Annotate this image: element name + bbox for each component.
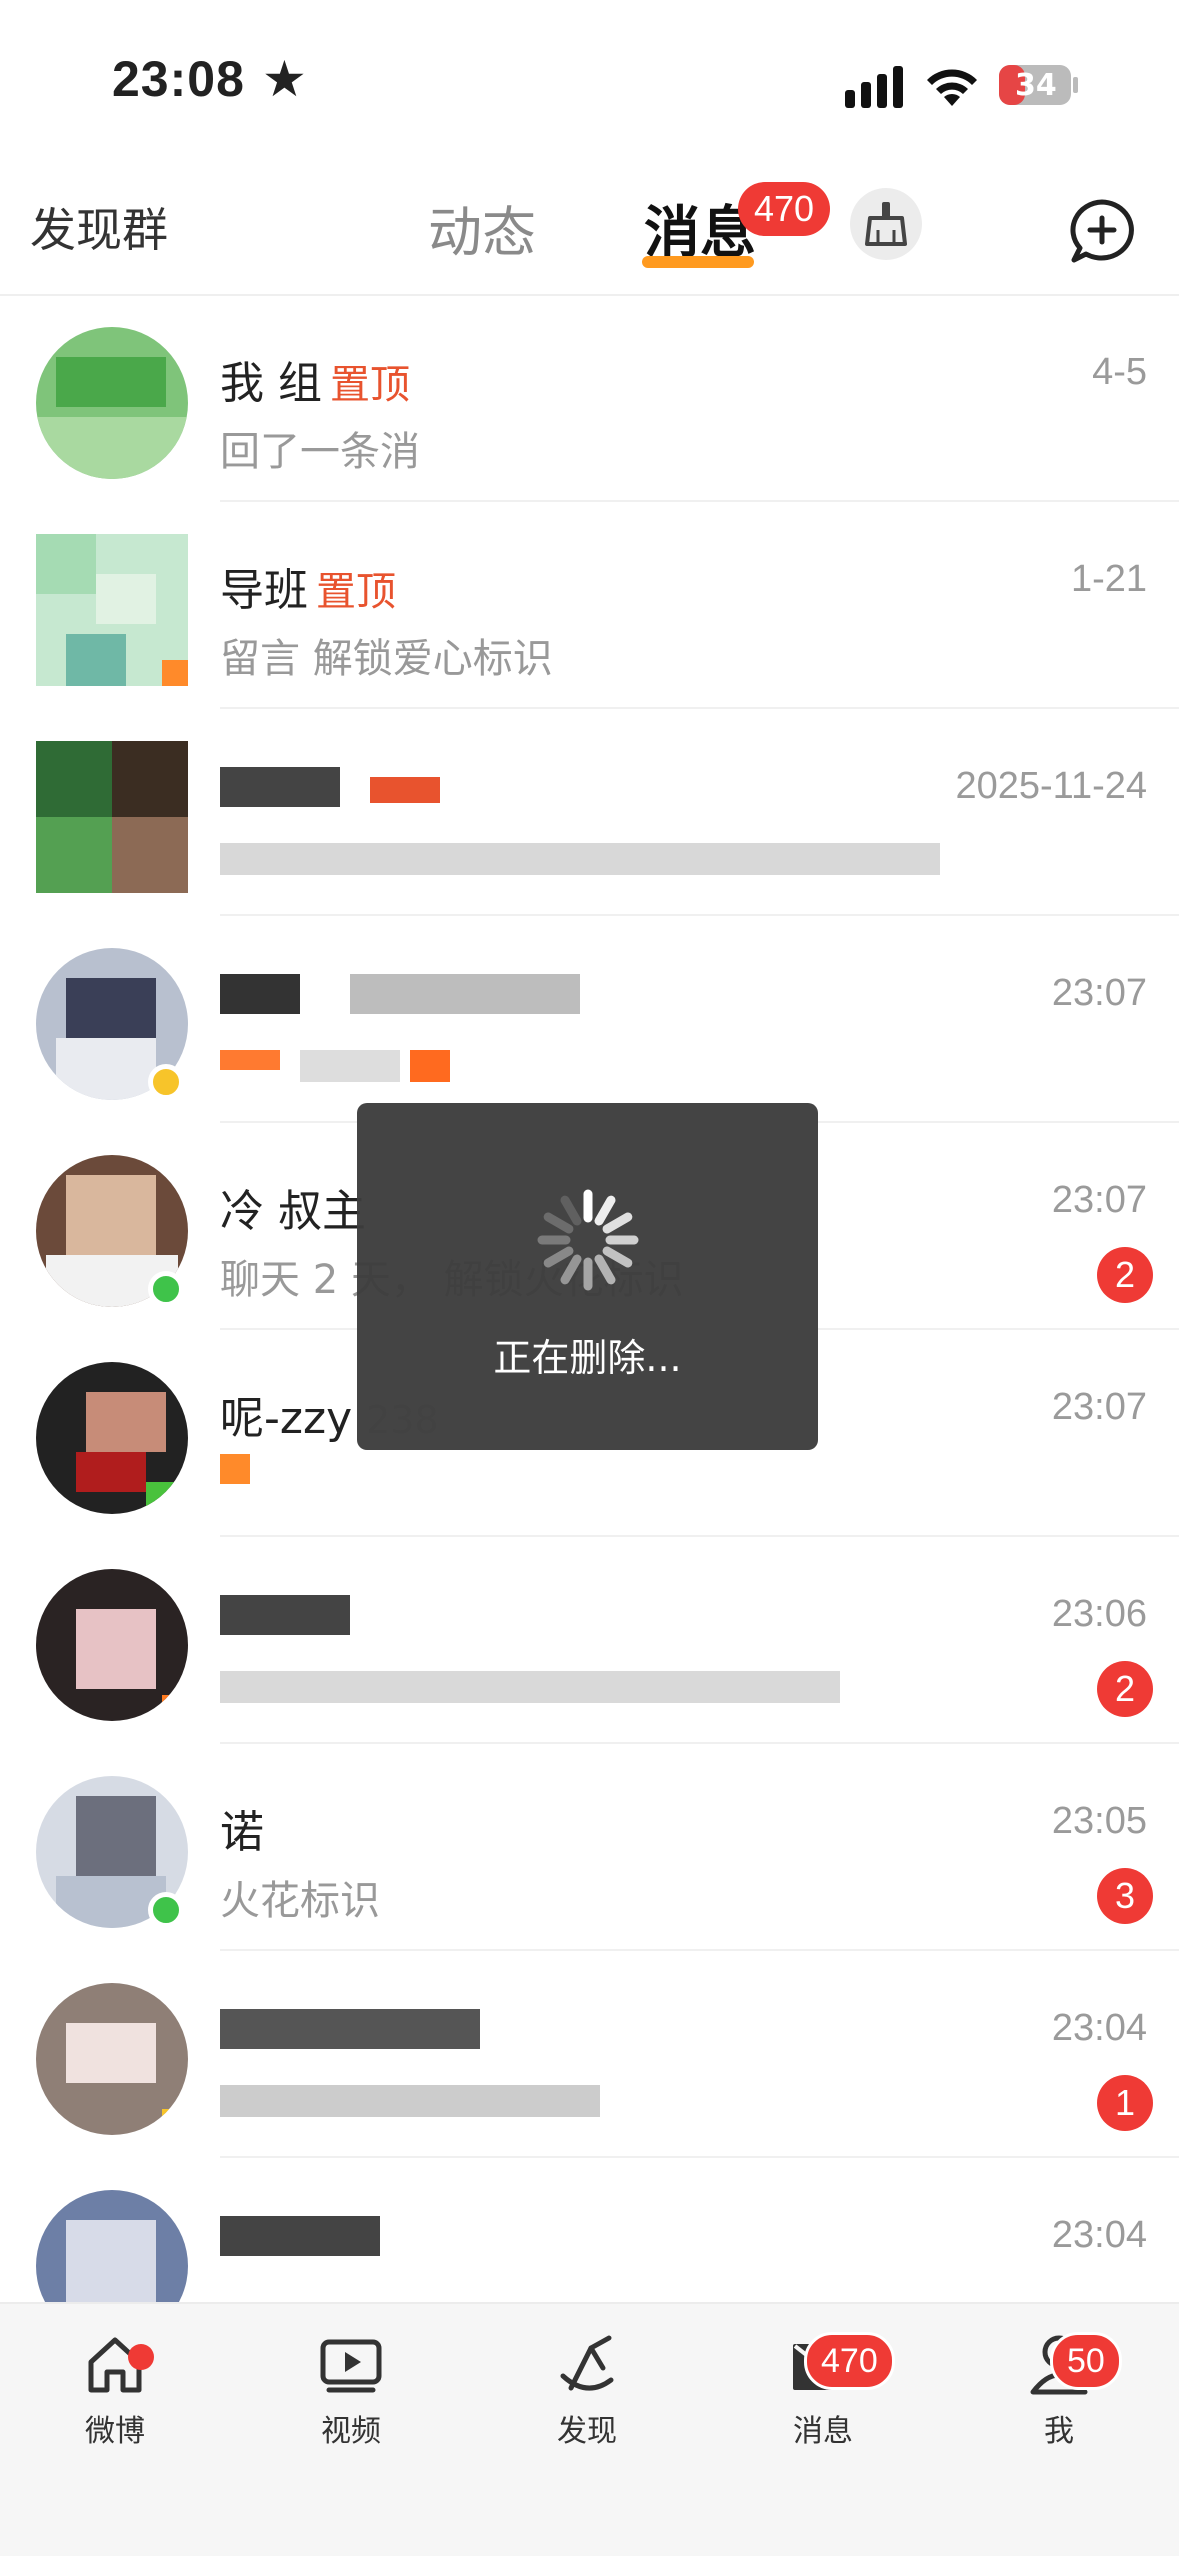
message-time: 23:04 xyxy=(1051,2007,1147,2049)
pinned-tag: 置顶 xyxy=(316,569,396,615)
deleting-toast: 正在删除... xyxy=(357,1103,818,1450)
avatar xyxy=(36,741,188,893)
message-time: 23:07 xyxy=(1051,972,1147,1014)
tab-weibo[interactable]: 微博 xyxy=(40,2328,190,2468)
message-time: 4-5 xyxy=(1092,351,1147,393)
avatar xyxy=(36,1569,188,1721)
redacted-name xyxy=(220,974,580,1018)
tab-messages-bottom[interactable]: 470 消息 xyxy=(748,2328,898,2468)
discover-icon xyxy=(560,2335,614,2391)
bottom-tab-bar: 微博 视频 发现 470 消息 50 我 xyxy=(0,2302,1179,2556)
redacted-name xyxy=(220,767,460,811)
redacted-preview xyxy=(220,1454,260,1514)
add-chat-icon[interactable] xyxy=(1066,196,1138,268)
battery-level: 34 xyxy=(1015,68,1057,103)
list-item[interactable]: 导班 置顶 留言 解锁爱心标识 1-21 xyxy=(0,502,1179,709)
message-time: 23:07 xyxy=(1051,1386,1147,1428)
star-icon: ★ xyxy=(262,50,307,108)
tab-label: 微博 xyxy=(85,2414,145,2449)
message-time: 23:06 xyxy=(1051,1593,1147,1635)
list-item[interactable]: 诺 火花标识 23:05 3 xyxy=(0,1744,1179,1951)
wifi-icon xyxy=(927,69,977,106)
message-count-badge: 470 xyxy=(804,2332,895,2390)
avatar xyxy=(36,1362,188,1514)
contact-name: 我 组置顶 xyxy=(220,358,410,409)
message-preview: 火花标识 xyxy=(220,1878,380,1924)
status-time: 23:08 xyxy=(112,51,245,107)
signal-icon xyxy=(845,66,903,108)
tab-label: 我 xyxy=(1044,2414,1074,2449)
message-time: 23:05 xyxy=(1051,1800,1147,1842)
unread-badge: 1 xyxy=(1097,2075,1153,2131)
list-item[interactable]: 我 组置顶 回了一条消 4-5 xyxy=(0,295,1179,502)
tab-label: 消息 xyxy=(793,2414,853,2449)
redacted-preview xyxy=(220,843,940,879)
loading-spinner-icon xyxy=(537,1189,639,1291)
tab-profile[interactable]: 50 我 xyxy=(984,2328,1134,2468)
message-time: 23:04 xyxy=(1051,2214,1147,2256)
redacted-name xyxy=(220,2216,380,2260)
message-preview: 留言 解锁爱心标识 xyxy=(220,636,553,682)
tab-dongtai[interactable]: 动态 xyxy=(428,188,536,267)
messages-badge: 470 xyxy=(738,182,831,236)
tab-video[interactable]: 视频 xyxy=(276,2328,426,2468)
list-item[interactable]: 23:04 1 xyxy=(0,1951,1179,2158)
list-item[interactable]: 23:06 2 xyxy=(0,1537,1179,1744)
status-dot xyxy=(148,1064,184,1100)
redacted-name xyxy=(220,1595,360,1639)
avatar xyxy=(36,327,188,479)
redacted-preview xyxy=(220,1671,840,1707)
video-icon xyxy=(320,2339,382,2393)
redacted-preview xyxy=(220,1050,460,1086)
pinned-tag: 置顶 xyxy=(330,362,410,408)
top-nav: 发现群 动态 消息 470 xyxy=(0,170,1179,296)
message-time: 2025-11-24 xyxy=(955,765,1147,807)
tab-discover[interactable]: 发现 xyxy=(512,2328,662,2468)
tab-label: 发现 xyxy=(557,2414,617,2449)
toast-message: 正在删除... xyxy=(493,1336,682,1380)
status-dot xyxy=(148,1271,184,1307)
contact-name: 冷 叔主 xyxy=(220,1186,366,1237)
redacted-preview xyxy=(220,2085,600,2121)
notification-dot xyxy=(128,2344,154,2370)
tab-label: 视频 xyxy=(321,2414,381,2449)
redacted-name xyxy=(220,2009,480,2053)
list-item[interactable]: 23:07 xyxy=(0,916,1179,1123)
contact-name: 导班 置顶 xyxy=(220,565,396,616)
status-dot xyxy=(148,1892,184,1928)
profile-badge: 50 xyxy=(1050,2332,1122,2390)
contact-name: 诺 xyxy=(220,1807,264,1858)
message-time: 23:07 xyxy=(1051,1179,1147,1221)
unread-badge: 2 xyxy=(1097,1661,1153,1717)
status-bar: 23:08 ★ 34 xyxy=(0,0,1179,170)
active-tab-indicator xyxy=(642,256,754,268)
unread-badge: 3 xyxy=(1097,1868,1153,1924)
list-item[interactable]: 2025-11-24 xyxy=(0,709,1179,916)
discover-group-link[interactable]: 发现群 xyxy=(30,194,168,260)
avatar xyxy=(36,1983,188,2135)
message-time: 1-21 xyxy=(1070,558,1147,600)
broom-icon[interactable] xyxy=(850,188,922,260)
avatar xyxy=(36,534,188,686)
unread-badge: 2 xyxy=(1097,1247,1153,1303)
message-preview: 回了一条消 xyxy=(220,429,420,475)
